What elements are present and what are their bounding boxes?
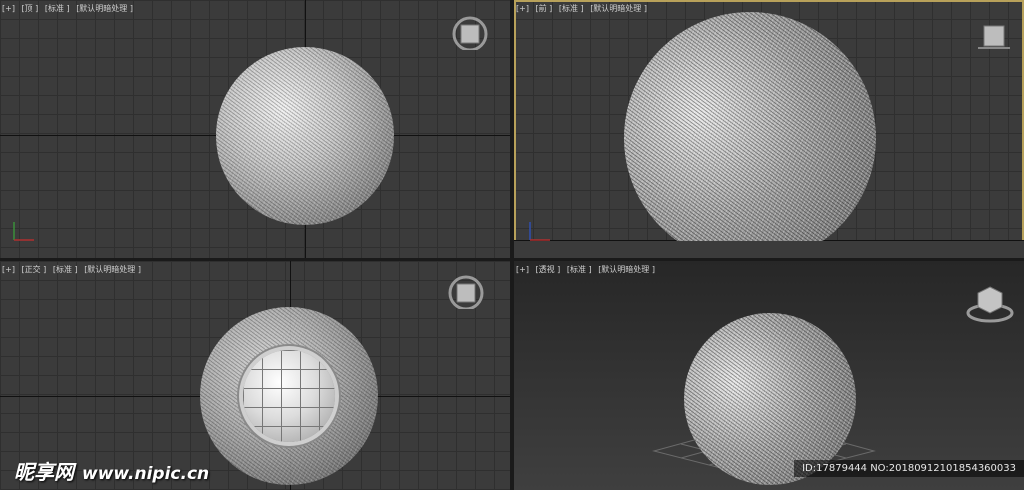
- viewport-view-name[interactable]: [前 ]: [536, 4, 553, 13]
- inner-sphere[interactable]: [243, 350, 335, 442]
- viewport-shading[interactable]: [默认明暗处理 ]: [598, 265, 655, 274]
- textured-sphere[interactable]: [624, 12, 876, 258]
- viewport-mode[interactable]: [标准 ]: [53, 265, 78, 274]
- viewport-label[interactable]: [+] [前 ] [标准 ] [默认明暗处理 ]: [516, 3, 651, 14]
- viewport-mode[interactable]: [标准 ]: [45, 4, 70, 13]
- axis-tripod-icon: [529, 222, 550, 241]
- watermark-site: www.nipic.cn: [82, 464, 210, 484]
- viewport-view-name[interactable]: [正交 ]: [22, 265, 47, 274]
- viewcube-icon[interactable]: [452, 14, 488, 50]
- viewcube-icon[interactable]: [976, 20, 1012, 56]
- viewcube-icon[interactable]: [966, 283, 1014, 323]
- watermark: 昵享网 www.nipic.cn: [14, 456, 209, 485]
- watermark-brand: 昵享网: [14, 460, 74, 484]
- viewport-shading[interactable]: [默认明暗处理 ]: [76, 4, 133, 13]
- viewport-top[interactable]: [+] [顶 ] [标准 ] [默认明暗处理 ]: [0, 0, 510, 258]
- viewport-floor-mask: [514, 241, 1024, 258]
- image-id-tag: ID:17879444 NO:20180912101854360033: [794, 460, 1024, 477]
- viewport-menu-plus[interactable]: [+]: [2, 4, 15, 13]
- viewport-view-name[interactable]: [顶 ]: [22, 4, 39, 13]
- viewport-menu-plus[interactable]: [+]: [2, 265, 15, 274]
- viewport-view-name[interactable]: [透视 ]: [536, 265, 561, 274]
- axis-tripod-icon: [13, 222, 34, 241]
- viewport-mode[interactable]: [标准 ]: [567, 265, 592, 274]
- viewport-menu-plus[interactable]: [+]: [516, 4, 529, 13]
- viewport-label[interactable]: [+] [透视 ] [标准 ] [默认明暗处理 ]: [516, 264, 659, 275]
- viewport-shading[interactable]: [默认明暗处理 ]: [590, 4, 647, 13]
- viewport-front[interactable]: [+] [前 ] [标准 ] [默认明暗处理 ]: [514, 0, 1024, 258]
- viewport-label[interactable]: [+] [顶 ] [标准 ] [默认明暗处理 ]: [2, 3, 137, 14]
- viewport-mode[interactable]: [标准 ]: [559, 4, 584, 13]
- textured-sphere[interactable]: [216, 47, 394, 225]
- viewport-label[interactable]: [+] [正交 ] [标准 ] [默认明暗处理 ]: [2, 264, 145, 275]
- viewport-menu-plus[interactable]: [+]: [516, 265, 529, 274]
- viewport-perspective[interactable]: [+] [透视 ] [标准 ] [默认明暗处理 ]: [514, 261, 1024, 490]
- viewport-divider-horizontal[interactable]: [0, 258, 1024, 261]
- viewcube-icon[interactable]: [448, 273, 484, 309]
- viewport-divider-vertical[interactable]: [510, 0, 514, 490]
- viewport-shading[interactable]: [默认明暗处理 ]: [84, 265, 141, 274]
